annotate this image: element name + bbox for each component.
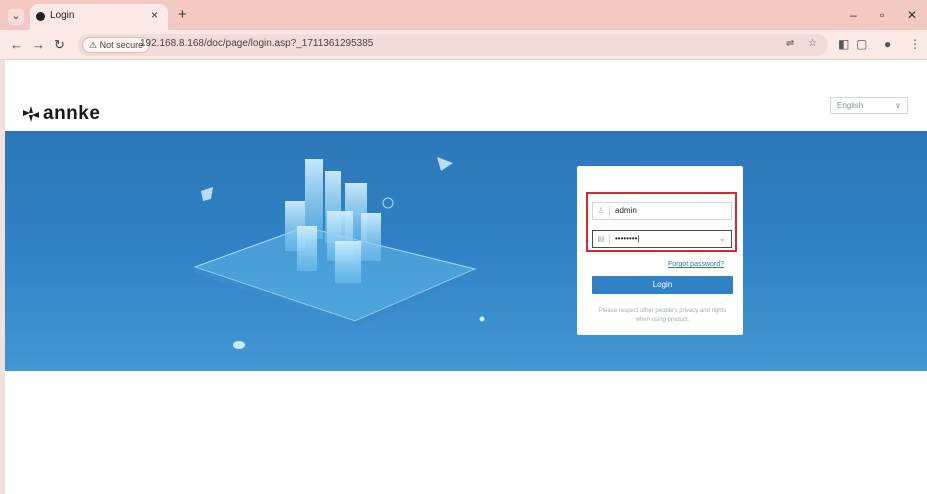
not-secure-label: Not secure: [99, 40, 144, 50]
address-bar[interactable]: ⚠ Not secure 192.168.8.168/doc/page/logi…: [78, 34, 828, 56]
translate-icon[interactable]: ⇌: [786, 38, 794, 49]
reload-icon[interactable]: ↻: [54, 37, 65, 53]
tab-close-icon[interactable]: ×: [151, 8, 158, 22]
tab-title: Login: [50, 10, 75, 21]
extension-icon[interactable]: ◧: [838, 37, 849, 51]
menu-icon[interactable]: ⋮: [909, 37, 921, 51]
url-text[interactable]: 192.168.8.168/doc/page/login.asp?_171136…: [140, 38, 373, 49]
hero-banner: [5, 131, 927, 371]
login-button[interactable]: Login: [592, 276, 733, 294]
forgot-password-link[interactable]: Forgot password?: [668, 261, 724, 268]
annke-logo-icon: [23, 106, 39, 122]
chevron-down-icon: ∨: [895, 101, 901, 110]
back-icon[interactable]: ←: [10, 37, 23, 52]
tab-search-icon[interactable]: ⌄: [8, 9, 24, 25]
browser-tab[interactable]: Login ×: [30, 4, 168, 30]
restore-icon[interactable]: ▫: [880, 8, 884, 22]
brand-name: annke: [43, 103, 101, 124]
forward-icon[interactable]: →: [32, 37, 45, 52]
language-value: English: [837, 101, 864, 110]
browser-toolbar: ← → ↻ ⚠ Not secure 192.168.8.168/doc/pag…: [0, 30, 927, 60]
puzzle-icon[interactable]: ▢: [856, 37, 867, 51]
window-close-icon[interactable]: ✕: [907, 8, 917, 22]
tab-bar: ⌄ Login × + – ▫ ✕: [0, 0, 927, 30]
star-icon[interactable]: ☆: [808, 38, 817, 49]
favicon-icon: [36, 12, 45, 21]
profile-icon[interactable]: ●: [884, 37, 891, 51]
new-tab-icon[interactable]: +: [178, 6, 187, 23]
credentials-highlight: [586, 192, 737, 252]
minimize-icon[interactable]: –: [850, 8, 857, 22]
privacy-notice: Please respect other people's privacy an…: [598, 308, 727, 323]
city-illustration: [193, 157, 485, 349]
language-select[interactable]: English ∨: [830, 97, 908, 114]
